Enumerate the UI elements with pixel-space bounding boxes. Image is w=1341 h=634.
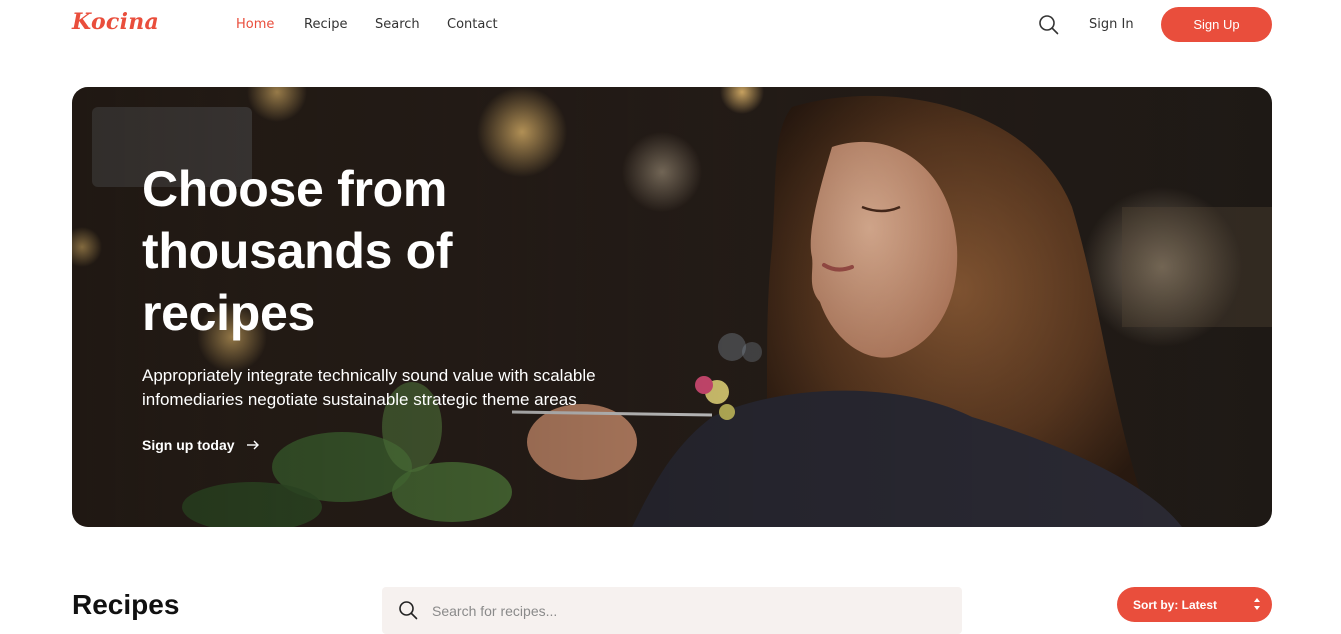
sign-in-link[interactable]: Sign In	[1089, 17, 1134, 32]
nav-item-recipe[interactable]: Recipe	[304, 17, 347, 32]
search-icon[interactable]	[1038, 14, 1059, 35]
hero-subtitle: Appropriately integrate technically soun…	[142, 366, 596, 409]
site-header: Kocina Home Recipe Search Contact Sign I…	[0, 0, 1341, 50]
hero-cta-label: Sign up today	[142, 437, 235, 453]
sign-up-today-link[interactable]: Sign up today	[142, 437, 261, 453]
nav-item-search[interactable]: Search	[375, 17, 420, 32]
recipes-heading: Recipes	[72, 589, 180, 620]
arrow-right-icon	[245, 437, 261, 453]
search-icon	[398, 600, 418, 620]
recipe-search-box[interactable]	[382, 587, 962, 634]
brand-logo[interactable]: Kocina	[72, 9, 159, 35]
nav-item-home[interactable]: Home	[236, 17, 274, 32]
hero-title: Choose from thousands of recipes	[142, 161, 453, 341]
recipe-search-input[interactable]	[432, 587, 942, 634]
sort-dropdown[interactable]: Sort by: Latest	[1117, 587, 1272, 622]
sort-arrows-icon	[1253, 597, 1261, 611]
hero-banner: Choose from thousands of recipes Appropr…	[72, 87, 1272, 527]
sign-up-button[interactable]: Sign Up	[1161, 7, 1272, 42]
nav-item-contact[interactable]: Contact	[447, 17, 498, 32]
sort-label: Sort by: Latest	[1133, 597, 1218, 612]
